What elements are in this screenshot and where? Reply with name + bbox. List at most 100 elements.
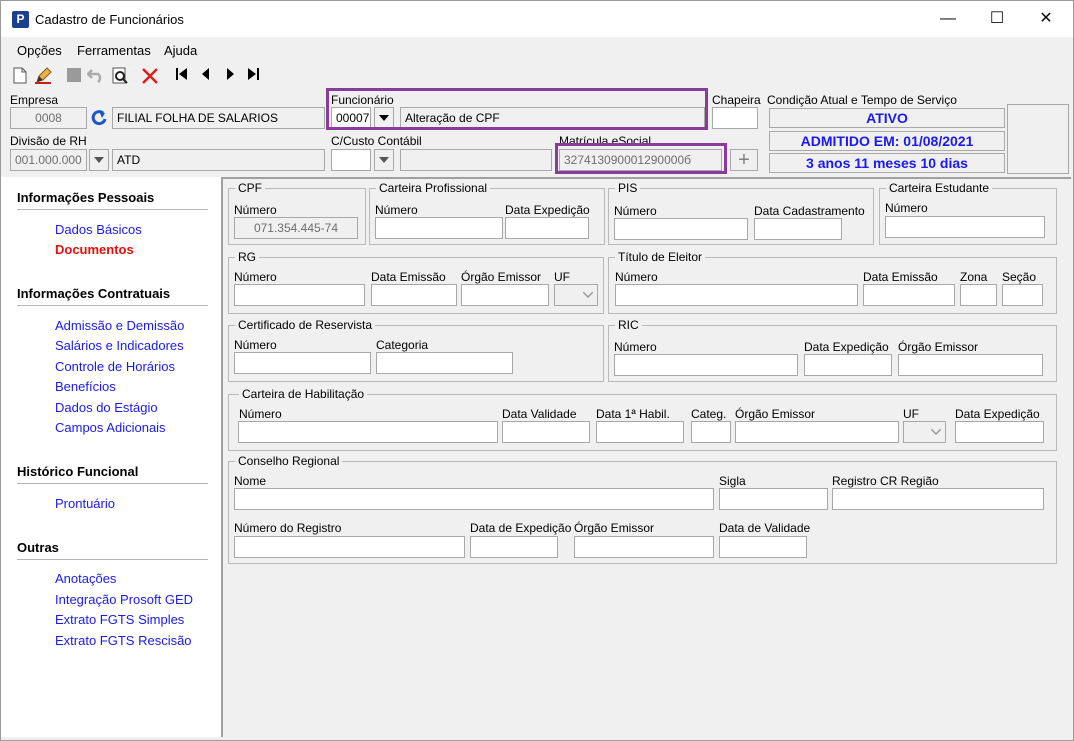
maximize-button[interactable]: ☐ — [974, 5, 1020, 33]
pis-numero-field[interactable] — [614, 218, 748, 240]
ccusto-dropdown-button[interactable] — [374, 149, 394, 171]
first-record-icon[interactable] — [172, 67, 192, 87]
nav-dados-basicos[interactable]: Dados Básicos — [55, 222, 142, 237]
nav-extrato-fgts-simples[interactable]: Extrato FGTS Simples — [55, 612, 184, 627]
left-nav-panel: Informações Pessoais Dados Básicos Docum… — [1, 177, 221, 737]
pis-data-field[interactable] — [754, 218, 842, 240]
print-preview-icon[interactable] — [110, 67, 130, 87]
ric-orgao-field[interactable] — [898, 354, 1043, 376]
reservista-numero-field[interactable] — [234, 352, 371, 374]
divider — [17, 559, 208, 560]
conselho-expedicao-field[interactable] — [470, 536, 558, 558]
status-admitido: ADMITIDO EM: 01/08/2021 — [769, 131, 1005, 151]
cnh-uf-select[interactable] — [903, 421, 946, 443]
nav-campos-adicionais[interactable]: Campos Adicionais — [55, 420, 166, 435]
documents-panel: CPF Número 071.354.445-74 Carteira Profi… — [221, 177, 1071, 737]
conselho-registro-cr-field[interactable] — [832, 488, 1044, 510]
cnh-numero-field[interactable] — [238, 421, 498, 443]
section-historico-funcional: Histórico Funcional — [17, 464, 139, 479]
conselho-num-registro-label: Número do Registro — [234, 521, 342, 535]
conselho-orgao-label: Órgão Emissor — [574, 521, 655, 535]
cnh-expedicao-field[interactable] — [955, 421, 1044, 443]
conselho-nome-label: Nome — [234, 474, 267, 488]
menu-opcoes[interactable]: Opções — [17, 43, 62, 58]
ric-numero-field[interactable] — [614, 354, 798, 376]
cnh-habil-label: Data 1ª Habil. — [596, 407, 670, 421]
titulo-data-field[interactable] — [863, 284, 955, 306]
group-reservista: Certificado de Reservista Número Categor… — [228, 318, 604, 382]
group-carteira-profissional: Carteira Profissional Número Data Expedi… — [369, 181, 605, 245]
previous-record-icon[interactable] — [196, 67, 216, 87]
nav-integracao-ged[interactable]: Integração Prosoft GED — [55, 592, 193, 607]
divisao-name-field: ATD — [112, 149, 325, 171]
titulo-secao-field[interactable] — [1002, 284, 1043, 306]
nav-dados-estagio[interactable]: Dados do Estágio — [55, 400, 158, 415]
group-titulo-eleitor: Título de Eleitor Número Data Emissão Zo… — [608, 250, 1057, 314]
titulo-zona-field[interactable] — [960, 284, 997, 306]
add-matricula-button[interactable]: + — [730, 149, 758, 171]
ccusto-code-field[interactable] — [331, 149, 371, 171]
chapeira-field[interactable] — [712, 107, 758, 129]
status-ativo: ATIVO — [769, 108, 1005, 128]
rg-orgao-field[interactable] — [461, 284, 549, 306]
cnh-categ-field[interactable] — [691, 421, 731, 443]
empresa-lookup-icon[interactable] — [89, 107, 109, 129]
new-document-icon[interactable] — [10, 67, 30, 87]
rg-data-field[interactable] — [371, 284, 457, 306]
last-record-icon[interactable] — [243, 67, 263, 87]
nav-beneficios[interactable]: Benefícios — [55, 379, 116, 394]
edit-pencil-icon[interactable] — [33, 67, 53, 87]
cnh-habil-field[interactable] — [596, 421, 684, 443]
main-window: P Cadastro de Funcionários — ☐ ✕ Opções … — [0, 0, 1074, 741]
delete-icon[interactable] — [140, 67, 160, 87]
nav-extrato-fgts-rescisao[interactable]: Extrato FGTS Rescisão — [55, 633, 192, 648]
divisao-label: Divisão de RH — [10, 134, 87, 148]
conselho-validade-field[interactable] — [719, 536, 807, 558]
cnh-validade-field[interactable] — [502, 421, 590, 443]
reservista-categoria-field[interactable] — [376, 352, 513, 374]
ctps-numero-field[interactable] — [375, 217, 503, 239]
nav-prontuario[interactable]: Prontuário — [55, 496, 115, 511]
rg-numero-field[interactable] — [234, 284, 365, 306]
nav-documentos[interactable]: Documentos — [55, 242, 134, 257]
empresa-code-field[interactable]: 0008 — [10, 107, 87, 129]
estudante-numero-field[interactable] — [885, 216, 1045, 238]
conselho-sigla-field[interactable] — [719, 488, 828, 510]
rg-orgao-label: Órgão Emissor — [461, 270, 542, 284]
ric-data-field[interactable] — [804, 354, 892, 376]
undo-icon[interactable] — [86, 67, 106, 87]
conselho-nome-field[interactable] — [234, 488, 714, 510]
divisao-dropdown-button[interactable] — [89, 149, 109, 171]
conselho-registro-cr-label: Registro CR Região — [832, 474, 939, 488]
ric-title: RIC — [615, 318, 642, 332]
empresa-label: Empresa — [10, 93, 59, 107]
titulo-numero-field[interactable] — [615, 284, 858, 306]
cnh-orgao-field[interactable] — [735, 421, 899, 443]
pis-title: PIS — [615, 181, 641, 195]
photo-box[interactable] — [1007, 104, 1069, 174]
nav-controle-horarios[interactable]: Controle de Horários — [55, 359, 175, 374]
menu-ferramentas[interactable]: Ferramentas — [77, 43, 151, 58]
conselho-orgao-field[interactable] — [574, 536, 714, 558]
divisao-code-field[interactable]: 001.000.000 — [10, 149, 87, 171]
app-logo-icon: P — [12, 11, 29, 28]
section-outras: Outras — [17, 540, 59, 555]
cpf-numero-field[interactable]: 071.354.445-74 — [234, 217, 358, 239]
ctps-data-field[interactable] — [505, 217, 589, 239]
rg-uf-label: UF — [554, 270, 570, 284]
cnh-uf-label: UF — [903, 407, 919, 421]
cnh-categ-label: Categ. — [691, 407, 727, 421]
nav-salarios-indicadores[interactable]: Salários e Indicadores — [55, 338, 184, 353]
nav-admissao-demissao[interactable]: Admissão e Demissão — [55, 318, 184, 333]
next-record-icon[interactable] — [220, 67, 240, 87]
highlight-funcionario — [326, 88, 708, 130]
highlight-matricula — [555, 143, 727, 174]
rg-uf-select[interactable] — [554, 284, 598, 306]
save-icon[interactable] — [64, 67, 84, 87]
minimize-button[interactable]: — — [925, 5, 971, 33]
pis-data-label: Data Cadastramento — [754, 204, 865, 218]
close-button[interactable]: ✕ — [1023, 5, 1069, 33]
menu-ajuda[interactable]: Ajuda — [164, 43, 197, 58]
nav-anotacoes[interactable]: Anotações — [55, 571, 116, 586]
conselho-num-registro-field[interactable] — [234, 536, 465, 558]
